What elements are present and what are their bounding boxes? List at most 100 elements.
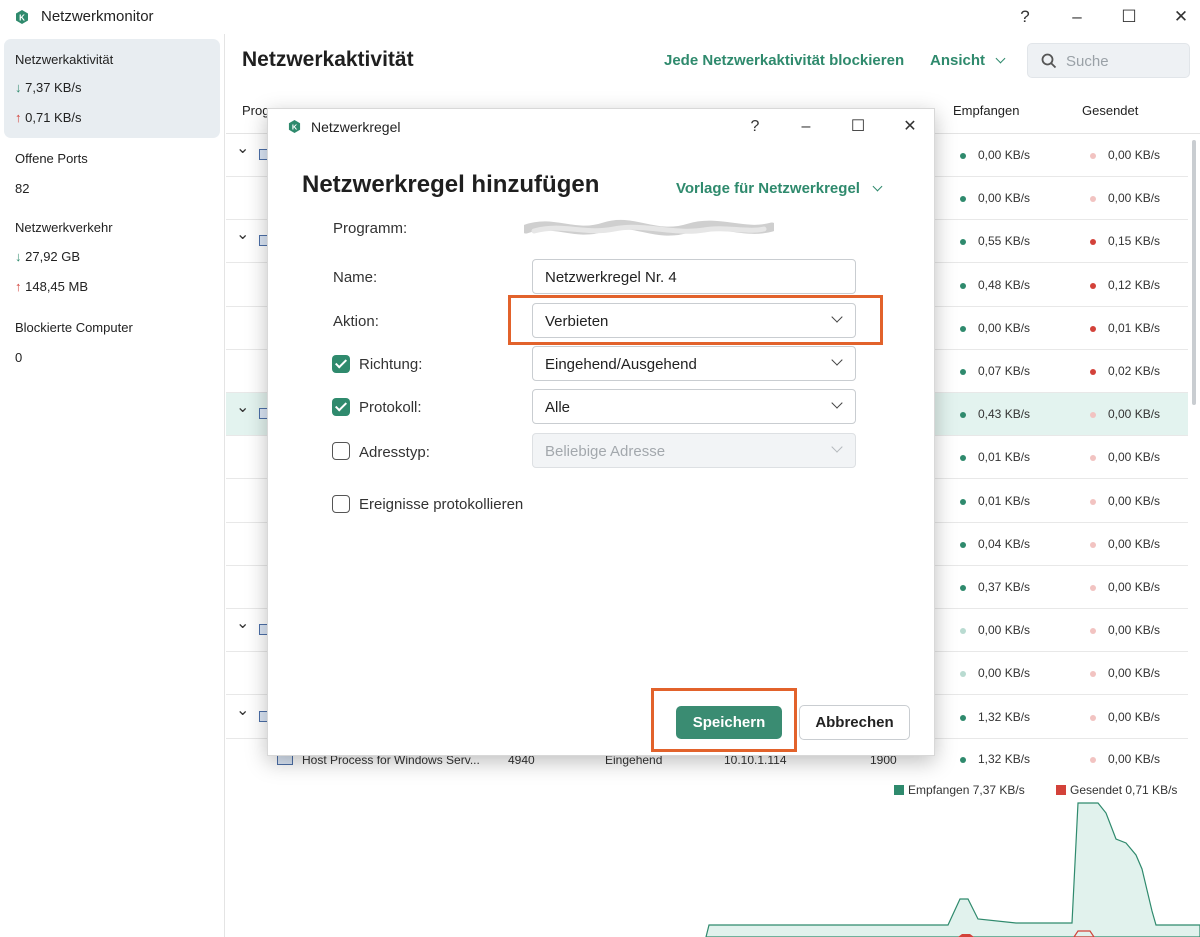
sidebar-activity-down: 7,37 KB/s [25, 80, 82, 95]
expand-chevron-icon[interactable]: ⌄ [236, 224, 249, 244]
cell-received: 1,32 KB/s [978, 709, 1031, 724]
traffic-graph [705, 802, 1200, 937]
protocol-checkbox[interactable] [332, 398, 350, 416]
sent-indicator [1090, 412, 1096, 419]
cell-sent: 0,01 KB/s [1108, 320, 1161, 335]
sent-indicator [1090, 541, 1096, 548]
cell-sent: 0,00 KB/s [1108, 493, 1161, 508]
close-button[interactable]: ✕ [1166, 4, 1196, 30]
sidebar-blocked-value: 0 [15, 350, 23, 365]
received-indicator [960, 196, 966, 203]
address-type-label: Adresstyp: [359, 444, 430, 461]
arrow-down-icon: ↓ [15, 80, 22, 95]
cell-received: 0,00 KB/s [978, 623, 1031, 638]
received-indicator [960, 455, 966, 462]
address-type-checkbox[interactable] [332, 442, 350, 460]
search-placeholder: Suche [1066, 53, 1109, 70]
save-button[interactable]: Speichern [676, 706, 782, 739]
title-bar: K Netzwerkmonitor ? – ☐ ✕ [0, 0, 1200, 34]
sidebar-item-blocked-computers[interactable]: Blockierte Computer [15, 320, 133, 335]
cell-sent: 0,00 KB/s [1108, 580, 1161, 594]
sidebar-ports-value: 82 [15, 181, 30, 196]
sent-indicator [1090, 628, 1096, 635]
chevron-down-icon [831, 397, 843, 409]
cell-sent: 0,00 KB/s [1108, 709, 1161, 724]
table-scrollbar[interactable] [1192, 140, 1196, 405]
sidebar-activity-up: 0,71 KB/s [25, 110, 82, 125]
page-title: Netzwerkaktivität [242, 48, 414, 71]
program-label: Programm: [333, 220, 408, 237]
cell-received: 0,01 KB/s [978, 450, 1031, 465]
dialog-close-button[interactable]: ✕ [896, 115, 924, 139]
chevron-down-icon [995, 53, 1006, 64]
template-menu[interactable]: Vorlage für Netzwerkregel [676, 180, 883, 197]
cell-sent: 0,15 KB/s [1108, 234, 1161, 249]
address-type-select: Beliebige Adresse [532, 433, 856, 468]
sent-indicator [1090, 757, 1096, 763]
sidebar-activity-label: Netzwerkaktivität [15, 52, 114, 67]
received-indicator [960, 671, 966, 678]
dialog-help-button[interactable]: ? [741, 115, 769, 139]
kaspersky-logo-icon: K [16, 10, 28, 24]
cell-sent: 0,12 KB/s [1108, 277, 1161, 292]
received-indicator [960, 541, 966, 548]
column-received[interactable]: Empfangen [953, 103, 1020, 118]
sent-indicator [1090, 239, 1096, 246]
received-indicator [960, 325, 966, 332]
dialog-heading: Netzwerkregel hinzufügen [302, 171, 600, 198]
chevron-down-icon [872, 181, 883, 192]
dialog-minimize-button[interactable]: – [792, 115, 820, 139]
direction-select[interactable]: Eingehend/Ausgehend [532, 346, 856, 381]
cell-sent: 0,00 KB/s [1108, 666, 1161, 681]
template-menu-label: Vorlage für Netzwerkregel [676, 180, 860, 197]
column-sent[interactable]: Gesendet [1082, 103, 1138, 118]
expand-chevron-icon[interactable]: ⌄ [236, 397, 249, 417]
chevron-down-icon [831, 441, 843, 453]
sidebar-item-network-traffic[interactable]: Netzwerkverkehr [15, 220, 113, 235]
cancel-button[interactable]: Abbrechen [799, 705, 910, 740]
sent-indicator [1090, 196, 1096, 203]
minimize-button[interactable]: – [1062, 4, 1092, 30]
arrow-up-icon: ↑ [15, 279, 22, 294]
direction-checkbox[interactable] [332, 355, 350, 373]
help-button[interactable]: ? [1010, 4, 1040, 30]
name-field-value: Netzwerkregel Nr. 4 [545, 269, 677, 286]
sidebar-traffic-down: 27,92 GB [25, 249, 81, 264]
cell-received: 0,04 KB/s [978, 536, 1031, 551]
view-menu[interactable]: Ansicht [930, 52, 1006, 69]
arrow-up-icon: ↑ [15, 110, 22, 125]
cell-sent: 0,00 KB/s [1108, 148, 1161, 162]
expand-chevron-icon[interactable]: ⌄ [236, 700, 249, 720]
sent-indicator [1090, 498, 1096, 505]
received-area [705, 802, 1200, 937]
cell-sent: 0,00 KB/s [1108, 623, 1161, 638]
cell-received: 0,07 KB/s [978, 364, 1031, 378]
expand-chevron-icon[interactable]: ⌄ [236, 613, 249, 633]
block-all-link[interactable]: Jede Netzwerkaktivität blockieren [664, 52, 904, 69]
received-indicator [960, 282, 966, 289]
name-field[interactable]: Netzwerkregel Nr. 4 [532, 259, 856, 294]
cell-sent: 0,00 KB/s [1108, 191, 1161, 206]
dialog-maximize-button[interactable]: ☐ [844, 115, 872, 139]
cell-sent: 0,00 KB/s [1108, 450, 1161, 465]
sidebar-item-open-ports[interactable]: Offene Ports [15, 151, 88, 166]
cell-sent: 0,00 KB/s [1108, 407, 1161, 422]
log-events-checkbox[interactable] [332, 495, 350, 513]
expand-chevron-icon[interactable]: ⌄ [236, 138, 249, 158]
network-monitor-window: K Netzwerkmonitor ? – ☐ ✕ Netzwerkaktivi… [0, 0, 1200, 937]
received-indicator [960, 239, 966, 246]
traffic-chart: Empfangen 7,37 KB/s Gesendet 0,71 KB/s [226, 773, 1200, 937]
cell-received: 0,00 KB/s [978, 148, 1031, 162]
protocol-label: Protokoll: [359, 399, 422, 416]
search-icon [1041, 53, 1057, 69]
cell-received: 1,32 KB/s [978, 752, 1031, 766]
received-indicator [960, 498, 966, 505]
cell-sent: 0,00 KB/s [1108, 536, 1161, 551]
maximize-button[interactable]: ☐ [1114, 4, 1144, 30]
search-input[interactable]: Suche [1027, 43, 1190, 78]
cell-sent: 0,00 KB/s [1108, 752, 1161, 766]
protocol-select[interactable]: Alle [532, 389, 856, 424]
cell-received: 0,43 KB/s [978, 407, 1031, 422]
column-program[interactable]: Prog [242, 103, 269, 118]
cell-received: 0,00 KB/s [978, 666, 1031, 681]
